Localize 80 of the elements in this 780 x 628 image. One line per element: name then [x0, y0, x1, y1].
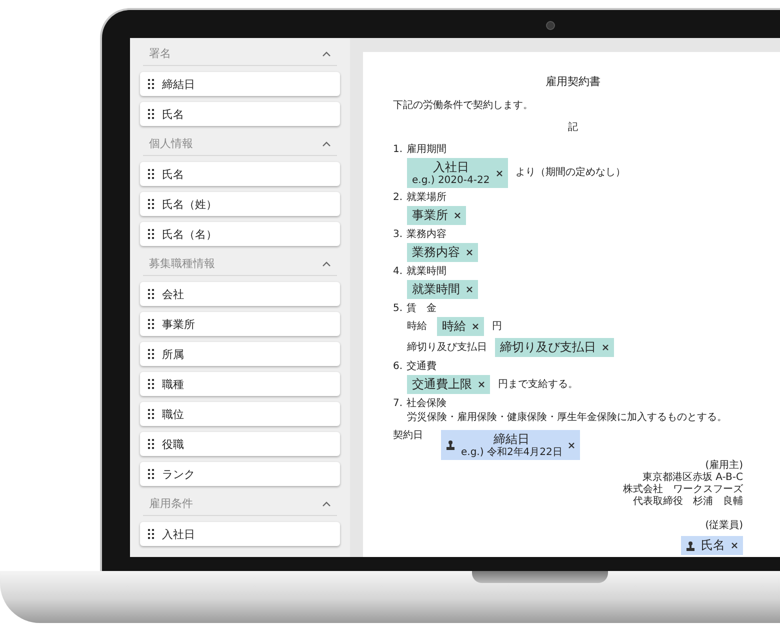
- drag-handle-icon[interactable]: [148, 229, 154, 239]
- field-label: 契約日: [393, 430, 423, 442]
- field-item[interactable]: ランク: [140, 462, 340, 486]
- clause-heading: 業務内容: [406, 229, 447, 241]
- field-item[interactable]: 役職: [140, 432, 340, 456]
- clause-heading: 雇用期間: [406, 144, 447, 156]
- drag-handle-icon[interactable]: [148, 79, 154, 89]
- drag-handle-icon[interactable]: [148, 409, 154, 419]
- field-label: 締切り及び支払日: [407, 342, 487, 354]
- drag-handle-icon[interactable]: [148, 109, 154, 119]
- field-item[interactable]: 所属: [140, 342, 340, 366]
- clause-number: 1.: [393, 144, 403, 156]
- chevron-icon[interactable]: [322, 50, 331, 56]
- document-text: 株式会社 ワークスフーズ: [623, 484, 743, 496]
- clause-number: 6.: [393, 361, 403, 373]
- clause-number: 2.: [393, 192, 403, 204]
- drag-handle-icon[interactable]: [148, 469, 154, 479]
- clause-number: 3.: [393, 229, 403, 241]
- clause-heading: 交通費: [406, 361, 437, 373]
- field-chip[interactable]: 入社日 e.g.) 2020-4-22: [407, 158, 508, 188]
- drag-handle-icon[interactable]: [148, 439, 154, 449]
- close-icon[interactable]: [568, 442, 576, 448]
- document-title: 雇用契約書: [544, 76, 602, 88]
- field-item[interactable]: 氏名（姓）: [140, 192, 340, 216]
- document-text: より（期間の定めなし）: [516, 167, 626, 179]
- close-icon[interactable]: [602, 344, 609, 351]
- clause-number: 7.: [393, 398, 403, 410]
- document-text: 記: [567, 122, 579, 134]
- person-stamp-icon: [446, 440, 455, 450]
- close-icon[interactable]: [466, 286, 473, 293]
- field-chip[interactable]: 氏名: [681, 536, 743, 555]
- field-item[interactable]: 氏名（名）: [140, 222, 340, 246]
- document-text: 労災保険・雇用保険・健康保険・厚生年金保険に加入するものとする。: [407, 412, 727, 424]
- chevron-icon[interactable]: [322, 500, 331, 506]
- field-item[interactable]: 締結日: [140, 72, 340, 96]
- field-item[interactable]: 職位: [140, 402, 340, 426]
- close-icon[interactable]: [496, 170, 503, 176]
- chevron-icon[interactable]: [322, 140, 331, 146]
- close-icon[interactable]: [472, 323, 479, 330]
- field-item[interactable]: 氏名: [140, 162, 340, 186]
- camera-dot: [546, 21, 555, 30]
- field-chip[interactable]: 就業時間: [407, 280, 478, 299]
- document-text: 円: [492, 320, 502, 332]
- close-icon[interactable]: [454, 212, 461, 219]
- close-icon[interactable]: [466, 249, 473, 256]
- drag-handle-icon[interactable]: [148, 289, 154, 299]
- drag-handle-icon[interactable]: [148, 529, 154, 539]
- clause-heading: 就業時間: [406, 266, 447, 278]
- chevron-icon[interactable]: [322, 260, 331, 266]
- field-chip[interactable]: 時給: [437, 317, 484, 336]
- close-icon[interactable]: [478, 381, 485, 388]
- field-chip[interactable]: 締切り及び支払日: [495, 338, 614, 357]
- document-text: 東京都港区赤坂 A-B-C: [642, 472, 743, 484]
- document-text: 円まで支給する。: [498, 378, 578, 390]
- field-item[interactable]: 入社日: [140, 522, 340, 546]
- drag-handle-icon[interactable]: [148, 319, 154, 329]
- close-icon[interactable]: [731, 542, 738, 549]
- person-stamp-icon: [686, 540, 695, 550]
- field-label: 時給: [407, 320, 428, 332]
- clause-number: 5.: [393, 303, 403, 315]
- drag-handle-icon[interactable]: [148, 349, 154, 359]
- field-chip[interactable]: 事業所: [407, 206, 466, 225]
- field-item[interactable]: 氏名: [140, 102, 340, 126]
- clause-heading: 社会保険: [406, 398, 447, 410]
- document-text: (雇用主): [705, 460, 743, 472]
- field-item[interactable]: 会社: [140, 282, 340, 306]
- field-chip[interactable]: 交通費上限: [407, 375, 490, 394]
- drag-handle-icon[interactable]: [148, 169, 154, 179]
- document-text: (従業員): [705, 520, 743, 532]
- document-text: 代表取締役 杉浦 良輔: [633, 496, 743, 508]
- field-chip[interactable]: 業務内容: [407, 243, 478, 262]
- drag-handle-icon[interactable]: [148, 379, 154, 389]
- clause-heading: 就業場所: [406, 192, 447, 204]
- clause-number: 4.: [393, 266, 403, 278]
- document-text: 下記の労働条件で契約します。: [393, 100, 534, 112]
- field-item[interactable]: 事業所: [140, 312, 340, 336]
- field-chip[interactable]: 締結日 e.g.) 令和2年4月22日: [441, 430, 580, 460]
- field-item[interactable]: 職種: [140, 372, 340, 396]
- clause-heading: 賃 金: [406, 303, 437, 315]
- drag-handle-icon[interactable]: [148, 199, 154, 209]
